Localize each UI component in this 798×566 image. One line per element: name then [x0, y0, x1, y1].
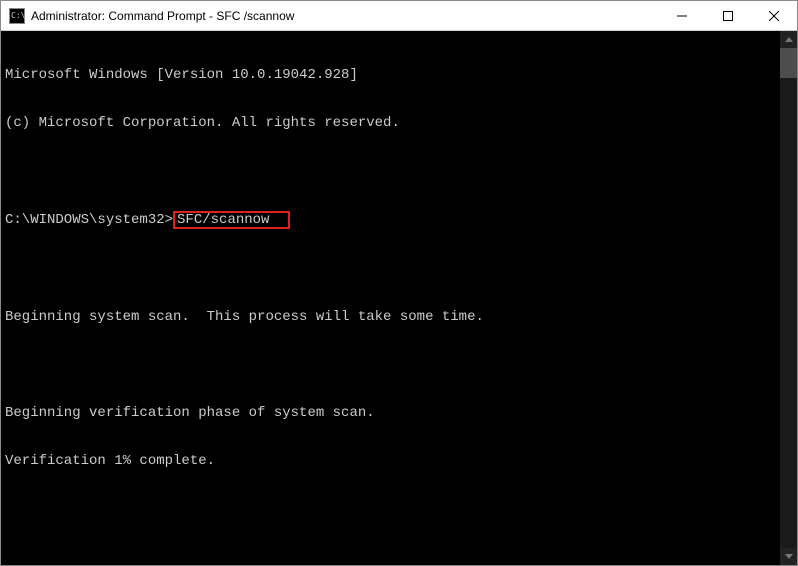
output-line: Microsoft Windows [Version 10.0.19042.92… — [5, 67, 780, 83]
terminal-area[interactable]: Microsoft Windows [Version 10.0.19042.92… — [1, 31, 797, 565]
titlebar[interactable]: C:\ Administrator: Command Prompt - SFC … — [1, 1, 797, 31]
window-controls — [659, 1, 797, 30]
close-button[interactable] — [751, 1, 797, 30]
command-text: SFC/scannow — [177, 212, 269, 228]
minimize-button[interactable] — [659, 1, 705, 30]
terminal-output: Microsoft Windows [Version 10.0.19042.92… — [1, 31, 780, 565]
scrollbar-down-button[interactable] — [780, 548, 797, 565]
command-highlight: SFC/scannow — [173, 211, 290, 229]
output-line — [5, 163, 780, 179]
output-line: Beginning verification phase of system s… — [5, 405, 780, 421]
scrollbar-up-button[interactable] — [780, 31, 797, 48]
scrollbar[interactable] — [780, 31, 797, 565]
scrollbar-thumb[interactable] — [780, 48, 797, 78]
prompt-path: C:\WINDOWS\system32> — [5, 212, 173, 228]
output-line: Beginning system scan. This process will… — [5, 309, 780, 325]
window-title: Administrator: Command Prompt - SFC /sca… — [31, 9, 659, 23]
cmd-icon: C:\ — [9, 8, 25, 24]
output-line: (c) Microsoft Corporation. All rights re… — [5, 115, 780, 131]
output-line — [5, 261, 780, 277]
svg-text:C:\: C:\ — [11, 11, 25, 20]
output-line: Verification 1% complete. — [5, 453, 780, 469]
maximize-button[interactable] — [705, 1, 751, 30]
prompt-line: C:\WINDOWS\system32>SFC/scannow — [5, 211, 780, 229]
output-line — [5, 357, 780, 373]
